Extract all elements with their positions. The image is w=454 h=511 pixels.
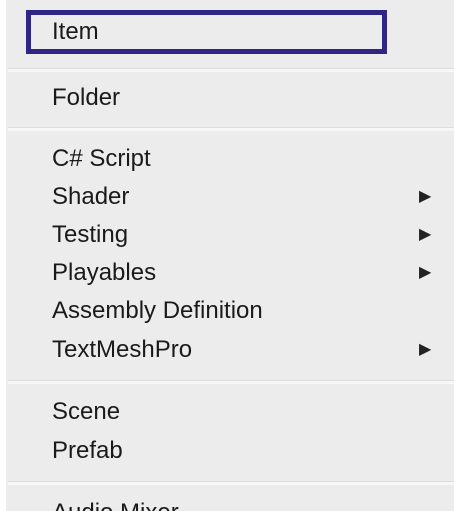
- menu-item-label: C# Script: [52, 145, 151, 172]
- menu-item-prefab[interactable]: Prefab: [52, 432, 454, 470]
- menu-item-label: Assembly Definition: [52, 297, 263, 324]
- menu-item-playables[interactable]: Playables ▶: [52, 254, 454, 292]
- submenu-arrow-icon: ▶: [419, 264, 432, 281]
- menu-item-label: Shader: [52, 183, 130, 210]
- submenu-arrow-icon: ▶: [419, 341, 432, 358]
- menu-item-textmeshpro[interactable]: TextMeshPro ▶: [52, 331, 454, 369]
- submenu-arrow-icon: ▶: [419, 226, 432, 243]
- context-menu: Item Folder C# Script Shader ▶ Testing ▶…: [0, 0, 454, 511]
- menu-separator: [8, 380, 454, 384]
- menu-item-testing[interactable]: Testing ▶: [52, 216, 454, 254]
- menu-item-label: Playables: [52, 259, 157, 286]
- menu-item-label: TextMeshPro: [52, 336, 193, 363]
- menu-item-label: Prefab: [52, 437, 123, 464]
- menu-item-scene[interactable]: Scene: [52, 393, 454, 431]
- menu-item-label: Folder: [52, 84, 121, 111]
- menu-item-folder[interactable]: Folder: [52, 79, 454, 117]
- menu-item-label: Testing: [52, 221, 129, 248]
- menu-item-shader[interactable]: Shader ▶: [52, 178, 454, 216]
- menu-separator: [8, 127, 454, 131]
- menu-item-label: Audio Mixer: [52, 494, 179, 511]
- menu-separator: [8, 68, 454, 72]
- menu-item-assembly-definition[interactable]: Assembly Definition: [52, 292, 454, 330]
- submenu-arrow-icon: ▶: [419, 188, 432, 205]
- menu-item-audio-mixer[interactable]: Audio Mixer: [52, 494, 454, 511]
- menu-item-csharp-script[interactable]: C# Script: [52, 140, 454, 178]
- menu-separator: [8, 481, 454, 485]
- menu-item-label: Scene: [52, 398, 121, 425]
- selection-highlight-box: [26, 10, 387, 54]
- menu-left-edge: [0, 0, 6, 511]
